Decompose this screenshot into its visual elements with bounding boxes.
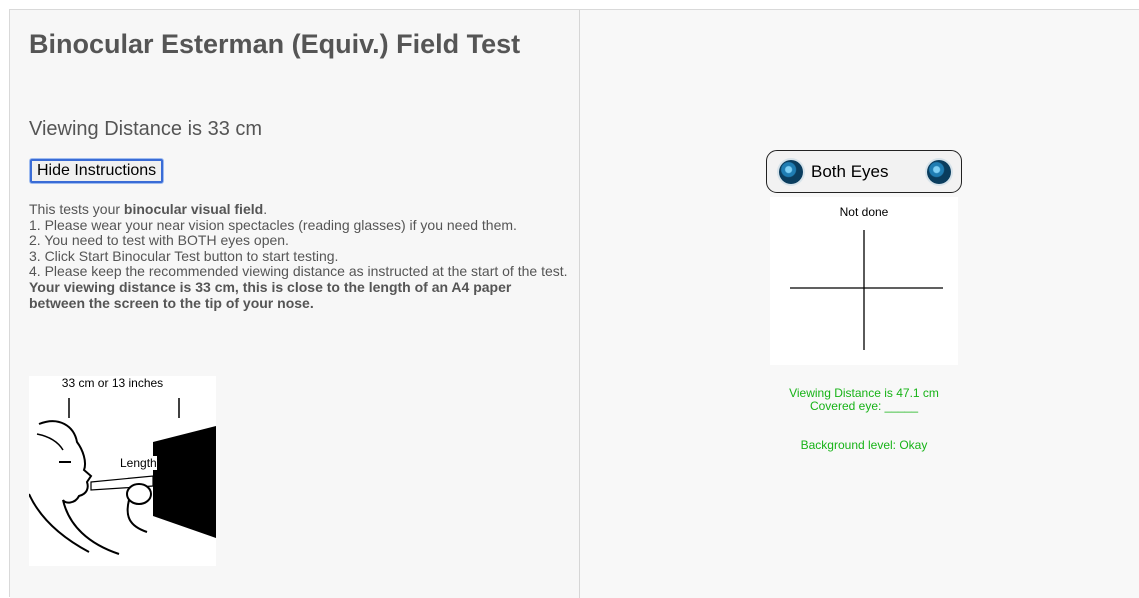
instruction-step-2: 2. You need to test with BOTH eyes open.	[29, 232, 289, 249]
both-eyes-button[interactable]: Both Eyes	[766, 150, 962, 193]
both-eyes-label: Both Eyes	[811, 162, 889, 181]
hide-instructions-button[interactable]: Hide Instructions	[30, 159, 164, 183]
instruction-step-4: 4. Please keep the recommended viewing d…	[29, 263, 568, 280]
background-level-readout: Background level: Okay	[800, 438, 928, 452]
covered-eye-readout: Covered eye: _____	[809, 399, 919, 413]
fixation-cross	[790, 230, 943, 350]
intro-prefix: This tests your	[29, 201, 124, 217]
instructions-intro: This tests your binocular visual field.	[29, 201, 569, 218]
instructions-panel: Binocular Esterman (Equiv.) Field Test V…	[10, 10, 580, 598]
instruction-step-3: 3. Click Start Binocular Test button to …	[29, 247, 339, 264]
viewing-distance-heading: Viewing Distance is 33 cm	[29, 118, 263, 140]
app-frame: Binocular Esterman (Equiv.) Field Test V…	[9, 9, 1139, 598]
instructions-text: This tests your binocular visual field. …	[29, 201, 569, 311]
test-panel: Both Eyes Not done Viewing Distance is 4…	[580, 10, 1139, 598]
page-title: Binocular Esterman (Equiv.) Field Test	[29, 29, 521, 59]
viewing-distance-illustration: 33 cm or 13 inches Length	[29, 376, 216, 566]
eye-icon	[779, 160, 803, 184]
viewing-distance-note: Your viewing distance is 33 cm, this is …	[29, 278, 569, 311]
eye-icon	[927, 160, 951, 184]
viewing-distance-note-text: Your viewing distance is 33 cm, this is …	[29, 278, 512, 311]
intro-suffix: .	[263, 201, 268, 217]
intro-bold: binocular visual field	[123, 201, 264, 217]
instruction-step-1: 1. Please wear your near vision spectacl…	[29, 216, 517, 233]
person-screen-drawing	[29, 398, 216, 555]
visual-field-panel: Not done	[770, 197, 958, 365]
length-label: Length	[120, 456, 157, 470]
